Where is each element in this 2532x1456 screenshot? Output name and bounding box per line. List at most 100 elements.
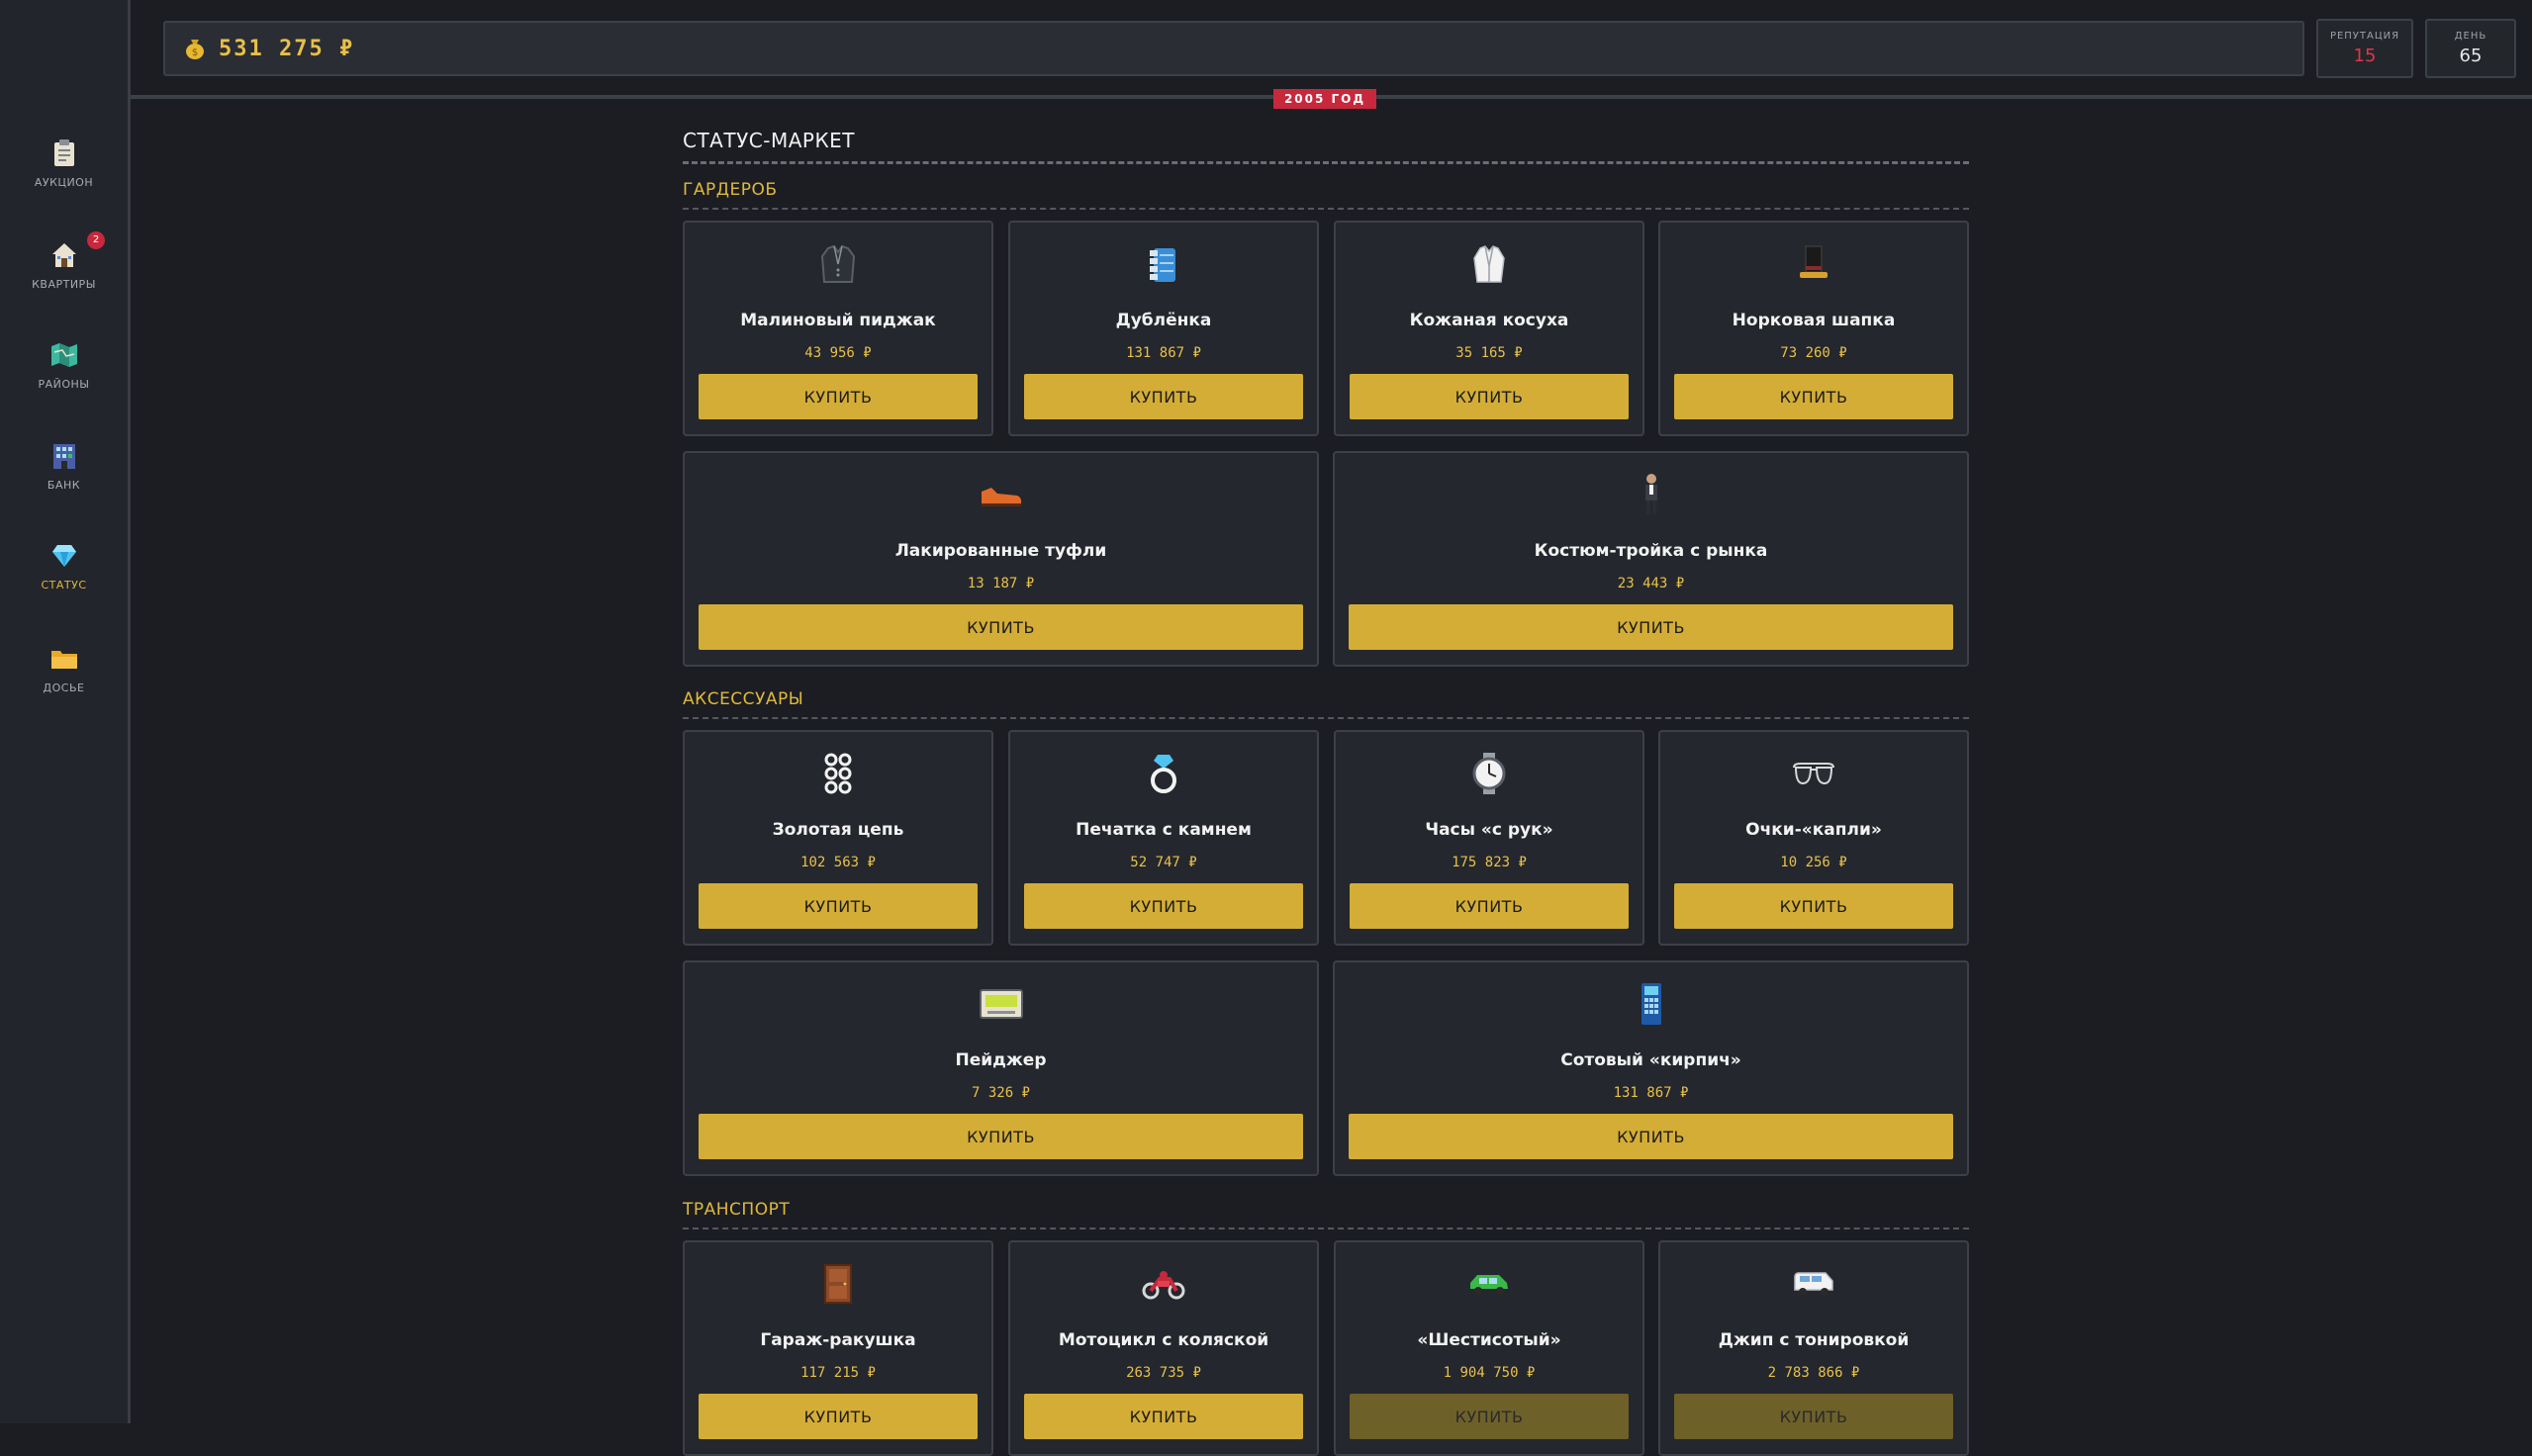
item-price: 131 867 ₽ [1613,1085,1689,1101]
item-price: 263 735 ₽ [1126,1365,1201,1381]
title-divider [683,161,1969,164]
house-icon [49,240,79,270]
section-divider [683,208,1969,210]
notification-badge: 2 [87,231,105,249]
jeep-icon [1792,1262,1835,1306]
item-card: Кожаная косуха 35 165 ₽ КУПИТЬ [1334,221,1644,436]
buy-button[interactable]: КУПИТЬ [699,1114,1303,1159]
sidebar-item-label: СТАТУС [41,579,87,592]
map-icon [49,340,79,370]
sidebar: АУКЦИОН 2 КВАРТИРЫ РАЙОНЫ БАНК СТАТУС ДО… [0,0,131,1423]
money-bar: $ 531 275 ₽ [163,21,2304,76]
item-price: 2 783 866 ₽ [1767,1365,1860,1381]
diamond-icon [49,541,79,571]
buy-button[interactable]: КУПИТЬ [699,1394,978,1439]
reputation-value: 15 [2353,46,2377,66]
sidebar-item-label: ДОСЬЕ [43,682,85,694]
reputation-box: РЕПУТАЦИЯ 15 [2316,19,2413,78]
buy-button[interactable]: КУПИТЬ [1674,883,1953,929]
day-box: ДЕНЬ 65 [2425,19,2516,78]
buy-button[interactable]: КУПИТЬ [699,883,978,929]
item-name: Мотоцикл с коляской [1058,1330,1269,1350]
suit-icon [1630,473,1673,516]
item-name: Дублёнка [1115,311,1212,330]
item-name: Пейджер [955,1050,1047,1070]
item-card: Золотая цепь 102 563 ₽ КУПИТЬ [683,730,993,946]
motorcycle-icon [1142,1262,1185,1306]
item-card: Дублёнка 131 867 ₽ КУПИТЬ [1008,221,1319,436]
ring-icon [1142,752,1185,795]
sidebar-item-apartments[interactable]: 2 КВАРТИРЫ [0,231,128,319]
chain-icon [816,752,860,795]
item-name: Золотая цепь [772,820,904,840]
item-card: Очки-«капли» 10 256 ₽ КУПИТЬ [1658,730,1969,946]
buy-button[interactable]: КУПИТЬ [1349,1114,1953,1159]
year-badge: 2005 ГОД [1273,89,1376,109]
day-label: ДЕНЬ [2454,31,2487,42]
garage-icon [816,1262,860,1306]
item-card: Джип с тонировкой 2 783 866 ₽ КУПИТЬ [1658,1240,1969,1456]
buy-button[interactable]: КУПИТЬ [1024,374,1303,419]
item-price: 10 256 ₽ [1780,855,1847,870]
bank-building-icon [49,441,79,471]
item-card: Гараж-ракушка 117 215 ₽ КУПИТЬ [683,1240,993,1456]
item-card: Пейджер 7 326 ₽ КУПИТЬ [683,960,1319,1176]
item-name: Сотовый «кирпич» [1560,1050,1741,1070]
item-price: 43 956 ₽ [804,345,872,361]
buy-button[interactable]: КУПИТЬ [1674,374,1953,419]
section-title-wardrobe: ГАРДЕРОБ [683,180,778,200]
day-value: 65 [2459,46,2483,66]
sidebar-item-bank[interactable]: БАНК [0,441,128,520]
item-name: «Шестисотый» [1417,1330,1561,1350]
buy-button[interactable]: КУПИТЬ [1024,1394,1303,1439]
sidebar-item-status[interactable]: СТАТУС [0,541,128,620]
buy-button[interactable]: КУПИТЬ [1350,374,1629,419]
sidebar-item-label: АУКЦИОН [34,176,94,189]
jacket-icon [816,242,860,286]
buy-button[interactable]: КУПИТЬ [699,604,1303,650]
buy-button[interactable]: КУПИТЬ [699,374,978,419]
item-card: Сотовый «кирпич» 131 867 ₽ КУПИТЬ [1333,960,1969,1176]
svg-text:$: $ [192,47,198,58]
section-title-accessories: АКСЕССУАРЫ [683,689,804,709]
brick-phone-icon [1630,982,1673,1026]
buy-button[interactable]: КУПИТЬ [1350,883,1629,929]
pager-icon [979,982,1023,1026]
sidebar-item-label: БАНК [47,479,81,492]
buy-button[interactable]: КУПИТЬ [1024,883,1303,929]
item-card: Печатка с камнем 52 747 ₽ КУПИТЬ [1008,730,1319,946]
page-title: СТАТУС-МАРКЕТ [683,129,855,152]
item-price: 117 215 ₽ [800,1365,876,1381]
item-price: 23 443 ₽ [1617,576,1685,592]
item-price: 1 904 750 ₽ [1443,1365,1536,1381]
buy-button[interactable]: КУПИТЬ [1674,1394,1953,1439]
item-price: 35 165 ₽ [1455,345,1523,361]
sidebar-item-auction[interactable]: АУКЦИОН [0,138,128,218]
sidebar-item-districts[interactable]: РАЙОНЫ [0,340,128,419]
item-name: Кожаная косуха [1409,311,1569,330]
fur-hat-icon [1792,242,1835,286]
sheepskin-coat-icon [1142,242,1185,286]
section-divider [683,717,1969,719]
sunglasses-icon [1792,752,1835,795]
reputation-label: РЕПУТАЦИЯ [2329,31,2400,42]
item-price: 175 823 ₽ [1452,855,1527,870]
car-icon [1467,1262,1511,1306]
item-card: Часы «с рук» 175 823 ₽ КУПИТЬ [1334,730,1644,946]
buy-button[interactable]: КУПИТЬ [1350,1394,1629,1439]
item-name: Костюм-тройка с рынка [1534,541,1768,561]
watch-icon [1467,752,1511,795]
item-price: 131 867 ₽ [1126,345,1201,361]
item-card: «Шестисотый» 1 904 750 ₽ КУПИТЬ [1334,1240,1644,1456]
item-name: Печатка с камнем [1076,820,1252,840]
item-price: 7 326 ₽ [971,1085,1030,1101]
buy-button[interactable]: КУПИТЬ [1349,604,1953,650]
item-card: Костюм-тройка с рынка 23 443 ₽ КУПИТЬ [1333,451,1969,667]
item-price: 73 260 ₽ [1780,345,1847,361]
sidebar-item-label: КВАРТИРЫ [32,278,96,291]
item-price: 13 187 ₽ [967,576,1035,592]
sidebar-item-dossier[interactable]: ДОСЬЕ [0,644,128,723]
item-name: Малиновый пиджак [740,311,936,330]
money-balance: 531 275 ₽ [219,36,355,61]
folder-icon [49,644,79,674]
